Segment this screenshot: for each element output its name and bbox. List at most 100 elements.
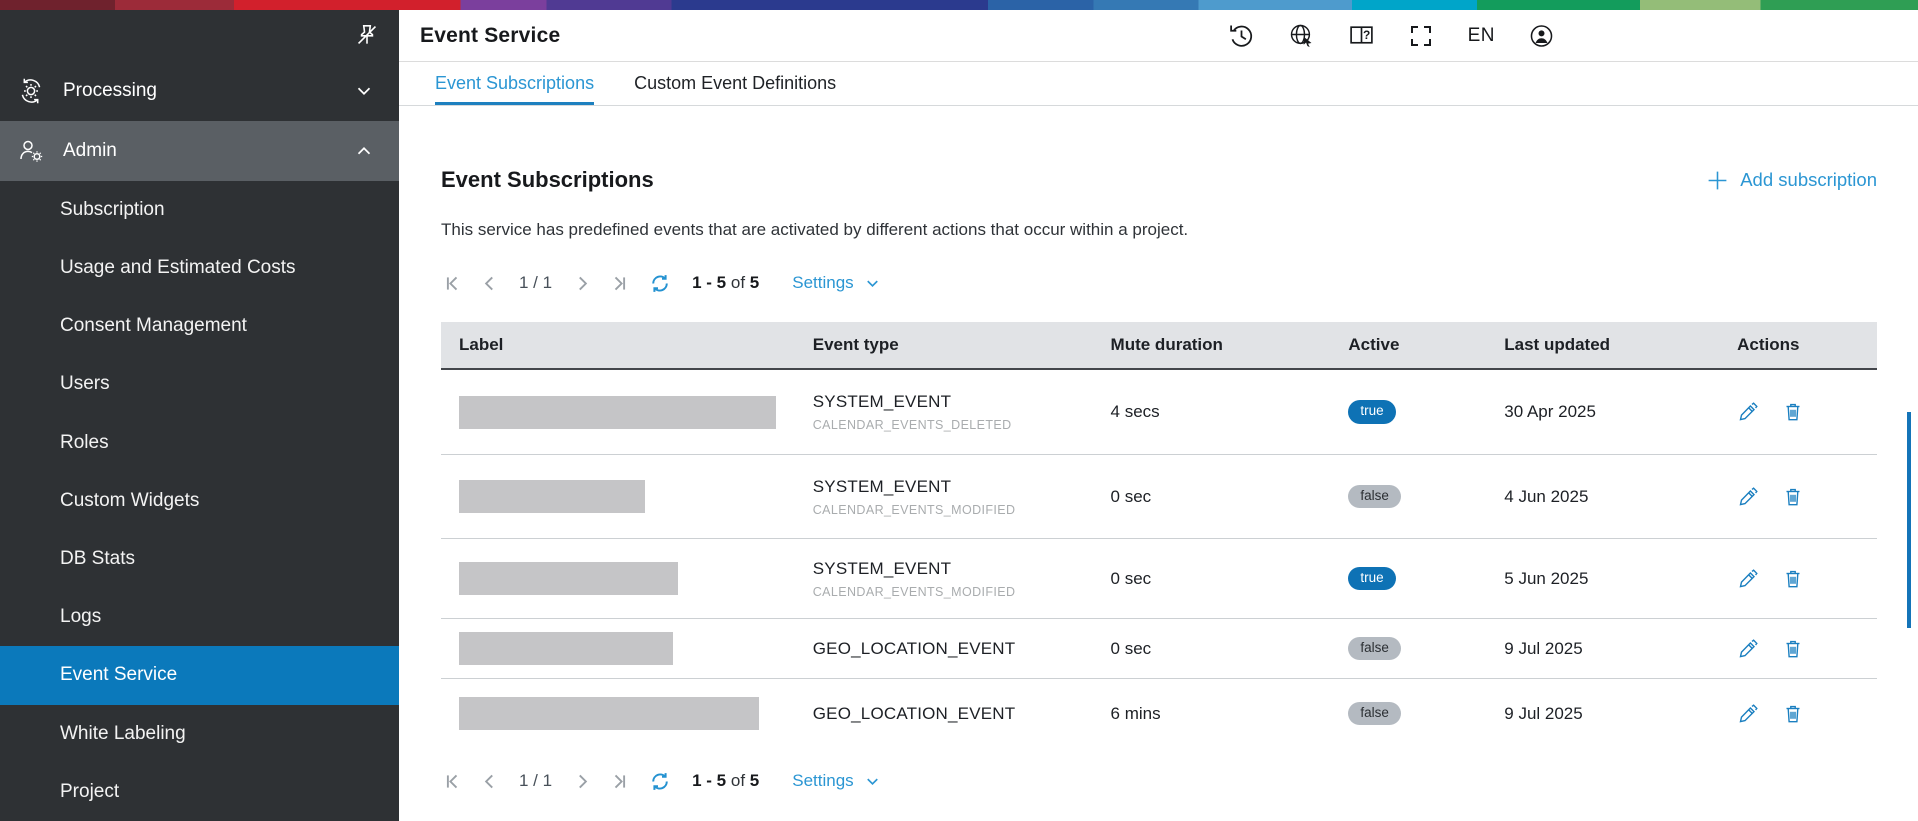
previous-page-icon[interactable]: [478, 770, 500, 792]
range-indicator: 1 - 5 of 5: [692, 771, 759, 791]
tab-event-subscriptions[interactable]: Event Subscriptions: [435, 62, 594, 105]
first-page-icon[interactable]: [441, 272, 463, 294]
admin-icon: [16, 136, 46, 166]
tab-custom-event-definitions[interactable]: Custom Event Definitions: [634, 62, 836, 105]
settings-dropdown[interactable]: Settings: [792, 771, 881, 791]
event-subtype: CALENDAR_EVENTS_MODIFIED: [813, 503, 1111, 517]
next-page-icon[interactable]: [571, 770, 593, 792]
next-page-icon[interactable]: [571, 272, 593, 294]
sidebar-item-admin[interactable]: Admin: [0, 121, 399, 181]
sidebar-item-white-labeling[interactable]: White Labeling: [0, 705, 399, 763]
last-page-icon[interactable]: [608, 770, 630, 792]
delete-icon[interactable]: [1782, 638, 1804, 660]
edit-icon[interactable]: [1737, 401, 1759, 423]
last-updated: 30 Apr 2025: [1504, 402, 1737, 422]
table-row: SYSTEM_EVENT CALENDAR_EVENTS_MODIFIED 0 …: [441, 538, 1877, 618]
chevron-up-icon: [349, 136, 379, 166]
range-values: 1 - 5: [692, 771, 726, 790]
column-header-active: Active: [1348, 335, 1504, 355]
delete-icon[interactable]: [1782, 401, 1804, 423]
sidebar-item-label: Users: [60, 373, 110, 395]
event-type: GEO_LOCATION_EVENT: [813, 704, 1111, 724]
total-count: 5: [750, 771, 759, 790]
sidebar-item-project[interactable]: Project: [0, 763, 399, 821]
column-header-actions: Actions: [1737, 335, 1877, 355]
settings-label: Settings: [792, 273, 853, 293]
fullscreen-icon[interactable]: [1408, 22, 1435, 49]
unpin-icon[interactable]: [352, 20, 382, 50]
app-window: Processing Admin: [0, 0, 1918, 821]
add-subscription-button[interactable]: Add subscription: [1706, 169, 1877, 192]
brand-supergraphic-strip: [0, 0, 1918, 10]
column-header-label: Label: [441, 335, 813, 355]
last-page-icon[interactable]: [608, 272, 630, 294]
redacted-label: [459, 697, 759, 730]
mute-duration: 0 sec: [1111, 487, 1349, 507]
sidebar-item-label: Project: [60, 781, 119, 803]
delete-icon[interactable]: [1782, 486, 1804, 508]
of-label: of: [731, 273, 745, 292]
table-row: SYSTEM_EVENT CALENDAR_EVENTS_MODIFIED 0 …: [441, 454, 1877, 538]
delete-icon[interactable]: [1782, 703, 1804, 725]
sidebar-item-label: White Labeling: [60, 723, 186, 745]
vertical-scrollbar-thumb[interactable]: [1907, 412, 1911, 628]
range-values: 1 - 5: [692, 273, 726, 292]
tab-label: Event Subscriptions: [435, 73, 594, 94]
previous-page-icon[interactable]: [478, 272, 500, 294]
page-header: Event Service: [399, 10, 1918, 62]
chevron-down-icon: [863, 274, 882, 293]
sidebar-item-event-service[interactable]: Event Service: [0, 646, 399, 704]
settings-label: Settings: [792, 771, 853, 791]
sidebar-item-label: Logs: [60, 606, 101, 628]
processing-icon: [16, 76, 46, 106]
delete-icon[interactable]: [1782, 568, 1804, 590]
sidebar-item-processing[interactable]: Processing: [0, 60, 399, 120]
last-updated: 4 Jun 2025: [1504, 487, 1737, 507]
sidebar-item-consent-management[interactable]: Consent Management: [0, 297, 399, 355]
help-book-icon[interactable]: ?: [1348, 22, 1375, 49]
event-type: GEO_LOCATION_EVENT: [813, 639, 1111, 659]
sidebar-item-usage-and-estimated-costs[interactable]: Usage and Estimated Costs: [0, 239, 399, 297]
active-badge: false: [1348, 702, 1401, 726]
sidebar-item-subscription[interactable]: Subscription: [0, 181, 399, 239]
profile-icon[interactable]: [1528, 22, 1555, 49]
edit-icon[interactable]: [1737, 486, 1759, 508]
settings-dropdown[interactable]: Settings: [792, 273, 881, 293]
refresh-icon[interactable]: [649, 272, 671, 294]
page-indicator: 1 / 1: [519, 771, 552, 791]
event-type: SYSTEM_EVENT: [813, 477, 1111, 497]
redacted-label: [459, 480, 645, 513]
edit-icon[interactable]: [1737, 638, 1759, 660]
tab-label: Custom Event Definitions: [634, 73, 836, 94]
svg-text:?: ?: [1363, 28, 1370, 42]
event-type: SYSTEM_EVENT: [813, 559, 1111, 579]
content-area: Event Subscriptions Add subscription Thi…: [399, 106, 1918, 821]
sidebar-item-custom-widgets[interactable]: Custom Widgets: [0, 472, 399, 530]
column-header-last-updated: Last updated: [1504, 335, 1737, 355]
sidebar-item-label: Roles: [60, 432, 109, 454]
sidebar-item-roles[interactable]: Roles: [0, 414, 399, 472]
sidebar-item-label: Usage and Estimated Costs: [60, 257, 296, 279]
active-badge: false: [1348, 485, 1401, 509]
language-selector[interactable]: EN: [1468, 25, 1495, 47]
edit-icon[interactable]: [1737, 703, 1759, 725]
edit-icon[interactable]: [1737, 568, 1759, 590]
sidebar-item-label: Admin: [63, 140, 332, 162]
chevron-down-icon: [863, 772, 882, 791]
globe-pointer-icon[interactable]: [1288, 22, 1315, 49]
page-title: Event Service: [420, 24, 560, 48]
history-icon[interactable]: [1228, 22, 1255, 49]
main-area: Event Service: [399, 10, 1918, 821]
sidebar-item-logs[interactable]: Logs: [0, 588, 399, 646]
range-indicator: 1 - 5 of 5: [692, 273, 759, 293]
sidebar-item-label: DB Stats: [60, 548, 135, 570]
table-header: Label Event type Mute duration Active La…: [441, 322, 1877, 370]
first-page-icon[interactable]: [441, 770, 463, 792]
sidebar-item-users[interactable]: Users: [0, 355, 399, 413]
sidebar-item-label: Consent Management: [60, 315, 247, 337]
sidebar-item-label: Event Service: [60, 664, 177, 686]
sidebar-item-db-stats[interactable]: DB Stats: [0, 530, 399, 588]
refresh-icon[interactable]: [649, 770, 671, 792]
pagination-bottom: 1 / 1 1 - 5 of 5: [441, 764, 1877, 798]
event-type: SYSTEM_EVENT: [813, 392, 1111, 412]
